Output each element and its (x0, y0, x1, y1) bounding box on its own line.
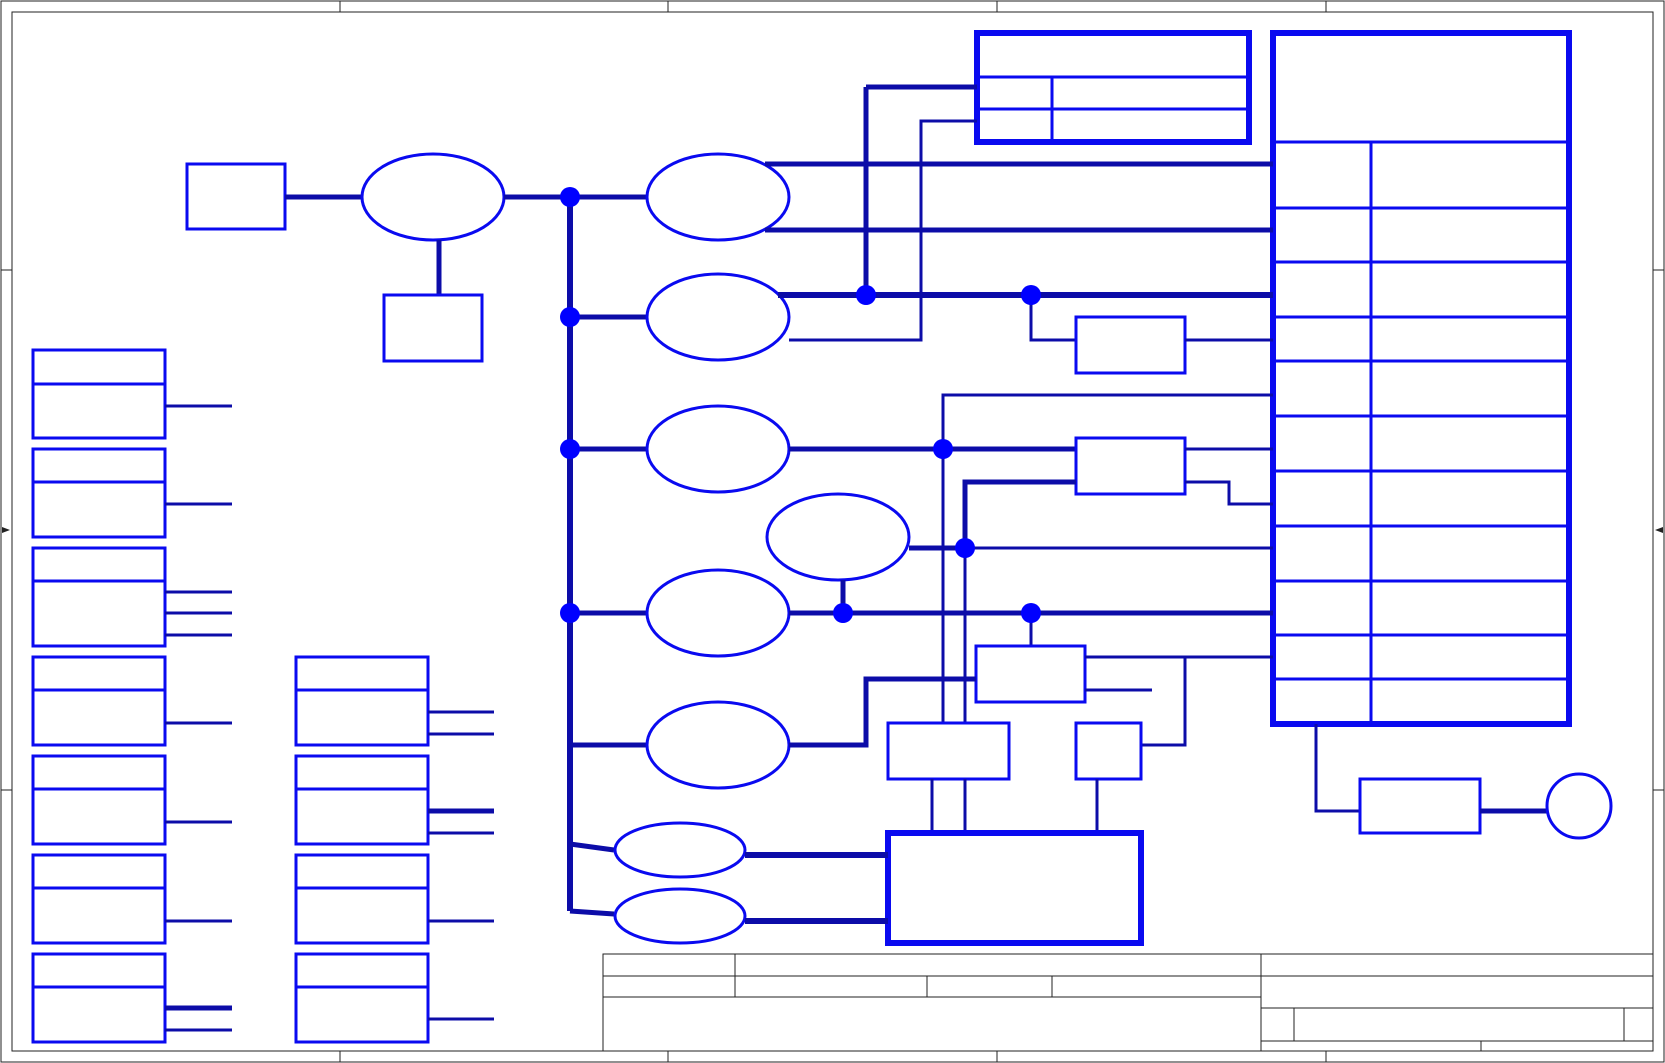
small-block-d (886, 721, 1011, 781)
junction-icon (560, 439, 580, 459)
left-box (294, 655, 430, 747)
small-block-f (1358, 777, 1482, 835)
left-box (294, 754, 430, 846)
junction-icon (1021, 603, 1041, 623)
node-ellipse-1 (645, 152, 791, 242)
link (941, 393, 1273, 723)
small-block-b (1074, 436, 1187, 496)
block-top-left (185, 162, 287, 231)
arrowhead-icon (2, 527, 10, 533)
left-box (31, 655, 167, 747)
junction-icon (856, 285, 876, 305)
left-box (31, 447, 167, 539)
left-box (31, 546, 167, 648)
title-block (602, 953, 1654, 1052)
arrowhead-icon (1655, 527, 1663, 533)
link (1141, 657, 1187, 747)
bus-tap (569, 908, 615, 917)
left-box-column (31, 348, 232, 1044)
link (962, 479, 1076, 548)
terminal-circle (1545, 772, 1613, 840)
node-ellipse-5 (645, 568, 791, 658)
junction-icon (560, 603, 580, 623)
hub-ellipse (360, 152, 506, 242)
sheet-frame (0, 0, 1665, 1063)
left-box (294, 952, 430, 1044)
link (1314, 724, 1360, 813)
bus-tap (569, 841, 615, 853)
node-ellipse-7 (613, 821, 747, 879)
junction-icon (560, 307, 580, 327)
left-box (31, 348, 167, 440)
left-box (31, 853, 167, 945)
block-under-hub (382, 293, 484, 363)
node-ellipse-6 (645, 700, 791, 790)
junction-icon (1021, 285, 1041, 305)
schematic-block-diagram (0, 0, 1665, 1063)
node-ellipse-2 (645, 272, 791, 362)
junction-icon (933, 439, 953, 459)
node-ellipse-4 (765, 492, 911, 582)
left-box (31, 952, 167, 1044)
left-box (294, 853, 430, 945)
small-block-c (974, 644, 1087, 704)
second-box-column (294, 655, 494, 1044)
link (789, 676, 976, 748)
node-ellipse-3 (645, 404, 791, 494)
right-table (1270, 30, 1572, 727)
small-block-e (1074, 721, 1143, 781)
junction-icon (955, 538, 975, 558)
top-register-box (974, 30, 1252, 145)
junction-icon (560, 187, 580, 207)
left-box (31, 754, 167, 846)
node-ellipse-8 (613, 887, 747, 945)
junction-icon (833, 603, 853, 623)
large-block-bottom (885, 830, 1144, 946)
small-block-a (1074, 315, 1187, 375)
link (1185, 480, 1273, 506)
